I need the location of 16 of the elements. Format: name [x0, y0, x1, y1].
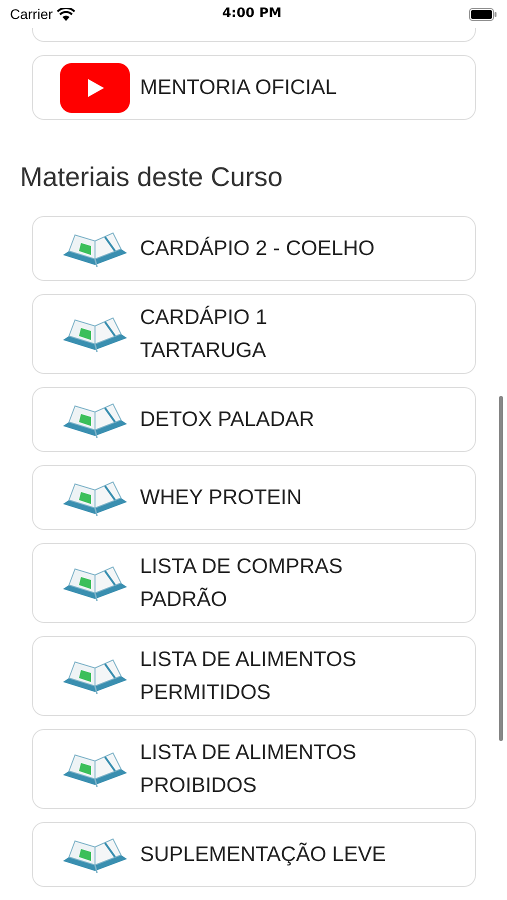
- material-card[interactable]: CARDÁPIO 1 TARTARUGA: [32, 294, 476, 374]
- material-card[interactable]: LISTA DE ALIMENTOS PROIBIDOS: [32, 729, 476, 809]
- section-title: Materiais deste Curso: [19, 161, 284, 194]
- status-time: 4:00 PM: [222, 5, 282, 24]
- material-card[interactable]: CARDÁPIO 2 - COELHO: [32, 216, 476, 281]
- list-card[interactable]: [32, 28, 476, 42]
- material-card[interactable]: DETOX PALADAR: [32, 387, 476, 452]
- wifi-icon: [56, 8, 75, 20]
- carrier-label: Carrier: [10, 4, 53, 24]
- play-logo-icon: [60, 62, 130, 112]
- battery-icon: [468, 8, 497, 20]
- material-card[interactable]: WHEY PROTEIN: [32, 465, 476, 530]
- video-link-card[interactable]: MENTORIA OFICIAL: [32, 55, 476, 120]
- material-card[interactable]: LISTA DE ALIMENTOS PERMITIDOS: [32, 636, 476, 716]
- material-card[interactable]: LISTA DE COMPRAS PADRÃO: [32, 543, 476, 623]
- material-card[interactable]: SUPLEMENTAÇÃO LEVE: [32, 822, 476, 887]
